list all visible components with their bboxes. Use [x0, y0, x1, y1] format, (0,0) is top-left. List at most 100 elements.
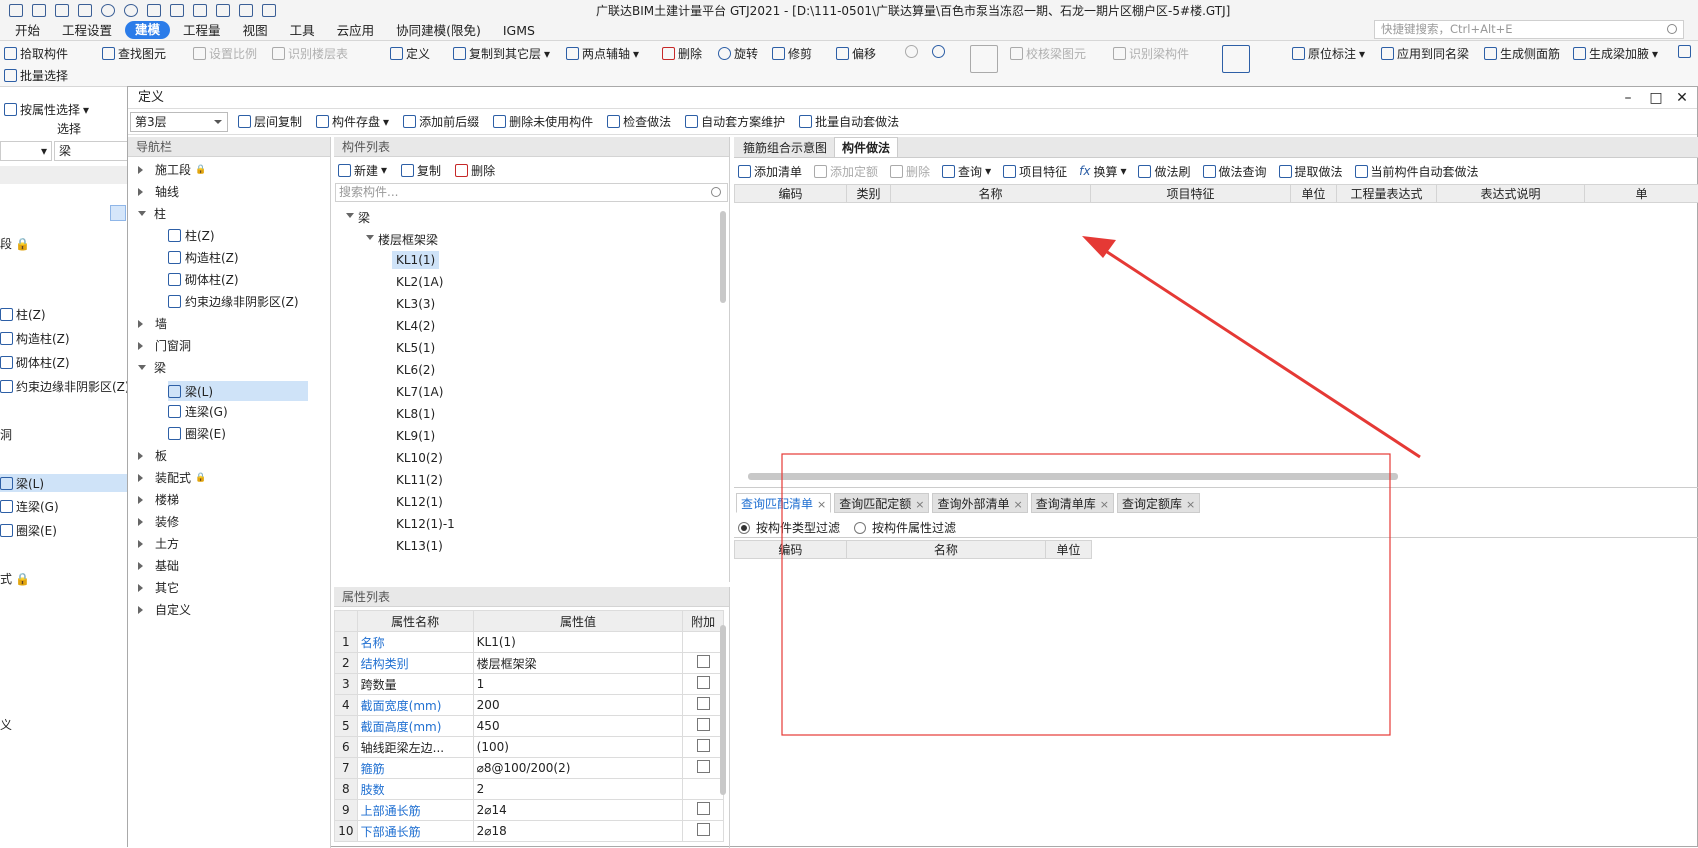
extra-checkbox[interactable]	[697, 697, 710, 710]
nav-item[interactable]: 施工段🔒	[138, 161, 206, 178]
pick-component-button[interactable]: 拾取构件	[4, 45, 68, 62]
nav-item[interactable]: 砌体柱(Z)	[168, 271, 239, 288]
close-icon[interactable]: ×	[915, 498, 924, 511]
filter-by-attr-radio[interactable]	[854, 522, 866, 534]
apply-same-beam-button[interactable]: 应用到同名梁	[1381, 45, 1469, 62]
menu-project-settings[interactable]: 工程设置	[51, 20, 123, 41]
set-scale-button[interactable]: 设置比例	[193, 45, 257, 62]
tab-match-quota[interactable]: 查询匹配定额×	[834, 493, 929, 513]
chevron-right-icon[interactable]	[138, 452, 147, 460]
property-value[interactable]: ⌀8@100/200(2)	[473, 758, 683, 779]
close-icon[interactable]: ×	[1100, 498, 1109, 511]
property-value[interactable]: 楼层框架梁	[473, 653, 683, 674]
left-item-coupling-beam[interactable]: 连梁(G)	[0, 498, 59, 515]
property-value[interactable]: 1	[473, 674, 683, 695]
grid-tool-large[interactable]	[1222, 45, 1250, 73]
extra-checkbox[interactable]	[697, 739, 710, 752]
component-search-input[interactable]: 搜索构件...	[335, 183, 728, 202]
new-component-button[interactable]: 新建▾	[338, 162, 387, 179]
tree-root[interactable]: 梁	[346, 209, 370, 226]
nav-item[interactable]: 墙	[138, 315, 167, 332]
component-item[interactable]: KL7(1A)	[392, 383, 447, 401]
chevron-right-icon[interactable]	[138, 320, 147, 328]
property-row[interactable]: 1名称KL1(1)	[335, 632, 724, 653]
in-situ-annotation-button[interactable]: 原位标注▾	[1292, 45, 1365, 62]
chevron-right-icon[interactable]	[138, 166, 147, 174]
component-item[interactable]: KL1(1)	[392, 251, 439, 269]
property-row[interactable]: 4截面宽度(mm)200	[335, 695, 724, 716]
component-item[interactable]: KL8(1)	[392, 405, 439, 423]
extract-method-button[interactable]: 提取做法	[1279, 163, 1343, 180]
new-file-icon[interactable]	[32, 4, 46, 17]
chevron-right-icon[interactable]	[138, 518, 147, 526]
extra-checkbox[interactable]	[697, 823, 710, 836]
copy-to-other-floor-button[interactable]: 复制到其它层▾	[453, 45, 550, 62]
component-item[interactable]: KL4(2)	[392, 317, 439, 335]
check-beam-element-button[interactable]: 校核梁图元	[1010, 45, 1086, 62]
close-icon[interactable]: ×	[1013, 498, 1022, 511]
auto-apply-current-button[interactable]: 当前构件自动套做法	[1355, 163, 1479, 180]
nav-item[interactable]: 板	[138, 447, 167, 464]
menu-collab[interactable]: 协同建模(限免)	[385, 20, 492, 41]
property-value[interactable]: (100)	[473, 737, 683, 758]
more-tool[interactable]	[1678, 45, 1691, 58]
left-item-custom[interactable]: 义	[0, 716, 12, 733]
delete-button[interactable]: 删除	[662, 45, 702, 62]
nav-item[interactable]: 土方	[138, 535, 179, 552]
floor-select[interactable]: 第3层	[130, 112, 228, 132]
component-item[interactable]: KL13(1)	[392, 537, 447, 555]
property-value[interactable]: 2⌀18	[473, 821, 683, 842]
item-feature-button[interactable]: 项目特征	[1003, 163, 1067, 180]
table-icon[interactable]	[193, 4, 207, 17]
close-icon[interactable]: ×	[1186, 498, 1195, 511]
chevron-right-icon[interactable]	[138, 342, 147, 350]
redo-icon[interactable]	[124, 4, 138, 17]
define-button[interactable]: 定义	[390, 45, 430, 62]
copy-component-button[interactable]: 复制	[401, 162, 441, 179]
batch-auto-method-button[interactable]: 批量自动套做法	[799, 113, 899, 130]
nav-item[interactable]: 构造柱(Z)	[168, 249, 239, 266]
component-item[interactable]: KL12(1)	[392, 493, 447, 511]
tab-stirrup-diagram[interactable]: 箍筋组合示意图	[736, 138, 834, 158]
chevron-right-icon[interactable]	[138, 584, 147, 592]
menu-start[interactable]: 开始	[4, 20, 51, 41]
undo-icon[interactable]	[101, 4, 115, 17]
property-value[interactable]: 2⌀14	[473, 800, 683, 821]
nav-item[interactable]: 梁	[138, 359, 166, 376]
nav-item[interactable]: 圈梁(E)	[168, 425, 226, 442]
left-combo-1[interactable]: ▾	[0, 141, 52, 161]
ruler-icon[interactable]	[239, 4, 253, 17]
property-row[interactable]: 3跨数量1	[335, 674, 724, 695]
menu-cloud[interactable]: 云应用	[326, 20, 386, 41]
component-item[interactable]: KL10(2)	[392, 449, 447, 467]
component-item[interactable]: KL3(3)	[392, 295, 439, 313]
chevron-down-icon[interactable]	[138, 211, 146, 220]
left-item-assembly[interactable]: 式🔒	[0, 570, 30, 587]
shortcut-search-input[interactable]: 快捷键搜索，Ctrl+Alt+E	[1374, 20, 1684, 39]
left-item-beam[interactable]: 梁(L)	[0, 474, 128, 492]
chevron-right-icon[interactable]	[138, 540, 147, 548]
left-item-hole[interactable]: 洞	[0, 426, 12, 443]
tab-component-method[interactable]: 构件做法	[834, 137, 898, 157]
extra-checkbox[interactable]	[697, 676, 710, 689]
rotate-button[interactable]: 旋转	[718, 45, 758, 62]
property-row[interactable]: 2结构类别楼层框架梁	[335, 653, 724, 674]
tab-match-list[interactable]: 查询匹配清单×	[736, 493, 831, 513]
left-item-boundary[interactable]: 约束边缘非阴影区(Z)	[0, 378, 130, 395]
close-icon[interactable]: ×	[817, 498, 826, 511]
filter-by-type-radio[interactable]	[738, 522, 750, 534]
tab-quota-library[interactable]: 查询定额库×	[1117, 493, 1200, 513]
property-scrollbar[interactable]	[720, 625, 726, 795]
splitter[interactable]	[734, 487, 1698, 488]
offset-button[interactable]: 偏移	[836, 45, 876, 62]
chevron-down-icon[interactable]	[366, 235, 374, 244]
recognize-floor-table-button[interactable]: 识别楼层表	[272, 45, 348, 62]
menu-quantity[interactable]: 工程量	[172, 20, 232, 41]
chevron-right-icon[interactable]	[138, 496, 147, 504]
nav-item[interactable]: 自定义	[138, 601, 191, 618]
beam-tool-large[interactable]	[970, 45, 998, 73]
two-point-axis-button[interactable]: 两点辅轴▾	[566, 45, 639, 62]
generate-side-bar-button[interactable]: 生成侧面筋	[1484, 45, 1560, 62]
property-value[interactable]: 200	[473, 695, 683, 716]
chevron-down-icon[interactable]	[346, 213, 354, 222]
